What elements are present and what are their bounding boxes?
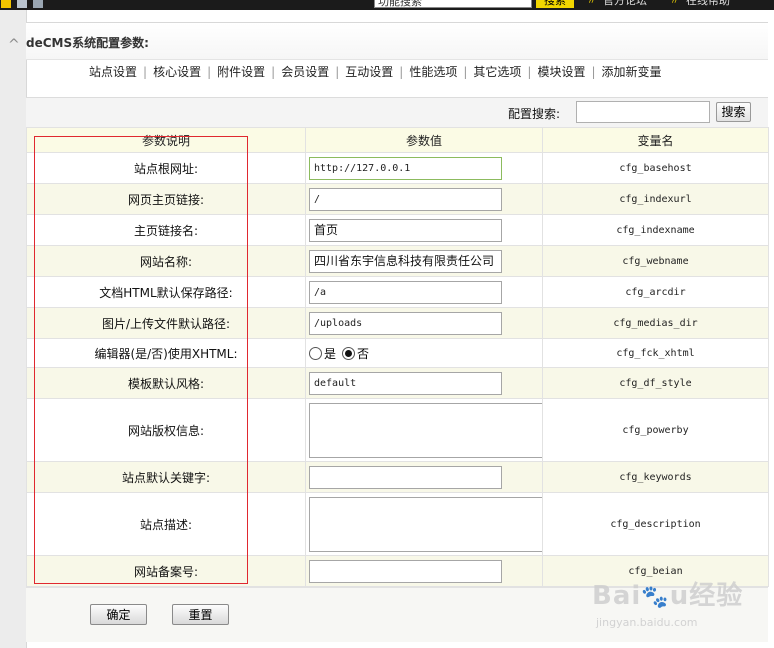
nav-tab[interactable]: 性能选项	[409, 65, 457, 79]
nav-tab[interactable]: 其它选项	[473, 65, 521, 79]
param-text-input[interactable]: /	[309, 187, 502, 211]
nav-separator: |	[463, 65, 468, 79]
param-value-cell: 四川省东宇信息科技有限责任公司	[305, 245, 543, 277]
nav-tab[interactable]: 互动设置	[345, 65, 393, 79]
page-title: deCMS系统配置参数:	[26, 36, 149, 50]
help-link[interactable]: 在线帮助	[686, 0, 730, 8]
config-search-input[interactable]	[576, 101, 710, 123]
title-panel: deCMS系统配置参数:	[26, 22, 768, 60]
param-text-input[interactable]: http://127.0.0.1	[309, 156, 502, 180]
nav-separator: |	[271, 65, 276, 79]
param-text-input[interactable]: /uploads	[309, 311, 502, 335]
config-search-bar: 配置搜索: 搜索	[26, 97, 768, 128]
param-value-cell	[305, 555, 543, 587]
param-value-cell	[305, 492, 543, 556]
param-text-input[interactable]	[309, 559, 502, 583]
top-bar: 功能搜索 搜索 〃 官方论坛 〃 在线帮助	[0, 0, 774, 10]
nav-separator: |	[207, 65, 212, 79]
nav-separator: |	[527, 65, 532, 79]
param-variable-name: cfg_basehost	[542, 152, 769, 184]
param-value-cell: http://127.0.0.1	[305, 152, 543, 184]
nav-separator: |	[591, 65, 596, 79]
param-variable-name: cfg_fck_xhtml	[542, 338, 769, 368]
param-text-input[interactable]: 首页	[309, 218, 502, 242]
help-bullet-icon: 〃	[670, 0, 680, 7]
baidu-jingyan-watermark: Bai🐾u经验	[592, 581, 744, 611]
param-value-cell: /a	[305, 276, 543, 308]
color-square-slate-icon	[33, 0, 43, 8]
top-search-input[interactable]: 功能搜索	[374, 0, 532, 8]
forum-link[interactable]: 官方论坛	[603, 0, 647, 8]
param-text-input[interactable]: default	[309, 371, 502, 395]
param-text-input[interactable]: 四川省东宇信息科技有限责任公司	[309, 249, 502, 273]
param-variable-name: cfg_arcdir	[542, 276, 769, 308]
param-variable-name: cfg_indexurl	[542, 183, 769, 215]
param-value-cell: 是否	[305, 338, 543, 368]
param-variable-name: cfg_keywords	[542, 461, 769, 493]
param-variable-name: cfg_indexname	[542, 214, 769, 246]
radio-option-label[interactable]: 是	[324, 347, 336, 361]
param-value-cell	[305, 398, 543, 462]
collapse-caret-icon[interactable]: ^	[8, 38, 20, 52]
settings-nav-items: 站点设置 | 核心设置 | 附件设置 | 会员设置 | 互动设置 | 性能选项 | 其它选项 | 模块设置 |…	[89, 63, 662, 80]
nav-tab[interactable]: 站点设置	[89, 65, 137, 79]
reset-button[interactable]: 重置	[172, 604, 229, 625]
param-variable-name: cfg_powerby	[542, 398, 769, 462]
color-square-gray-icon	[17, 0, 27, 8]
config-search-button[interactable]: 搜索	[716, 102, 751, 122]
param-value-cell: default	[305, 367, 543, 399]
highlight-annotation-box	[34, 136, 248, 584]
nav-tab[interactable]: 会员设置	[281, 65, 329, 79]
param-variable-name: cfg_df_style	[542, 367, 769, 399]
param-value-cell: 首页	[305, 214, 543, 246]
config-search-label: 配置搜索:	[508, 107, 561, 121]
watermark-url: jingyan.baidu.com	[596, 616, 698, 629]
param-text-input[interactable]: /a	[309, 280, 502, 304]
param-textarea[interactable]	[309, 402, 542, 458]
param-value-cell	[305, 461, 543, 493]
nav-separator: |	[335, 65, 340, 79]
param-variable-name: cfg_medias_dir	[542, 307, 769, 339]
param-textarea[interactable]	[309, 496, 542, 552]
nav-separator: |	[399, 65, 404, 79]
left-frame-strip: ^	[0, 10, 27, 648]
color-square-yellow-icon	[1, 0, 11, 8]
param-value-cell: /uploads	[305, 307, 543, 339]
nav-tab[interactable]: 核心设置	[153, 65, 201, 79]
radio-unselected[interactable]	[309, 346, 322, 360]
param-variable-name: cfg_description	[542, 492, 769, 556]
param-text-input[interactable]	[309, 465, 502, 489]
top-search-button[interactable]: 搜索	[536, 0, 574, 8]
param-variable-name: cfg_webname	[542, 245, 769, 277]
confirm-button[interactable]: 确定	[90, 604, 147, 625]
radio-selected[interactable]	[342, 346, 356, 360]
column-header-variable: 变量名	[542, 127, 769, 153]
radio-option-label[interactable]: 否	[357, 347, 369, 361]
nav-tab[interactable]: 模块设置	[537, 65, 585, 79]
column-header-value: 参数值	[305, 127, 543, 153]
nav-tab[interactable]: 添加新变量	[602, 65, 662, 79]
nav-separator: |	[143, 65, 148, 79]
settings-nav: 站点设置 | 核心设置 | 附件设置 | 会员设置 | 互动设置 | 性能选项 | 其它选项 | 模块设置 |…	[26, 59, 768, 85]
forum-bullet-icon: 〃	[587, 0, 597, 7]
param-value-cell: /	[305, 183, 543, 215]
nav-tab[interactable]: 附件设置	[217, 65, 265, 79]
